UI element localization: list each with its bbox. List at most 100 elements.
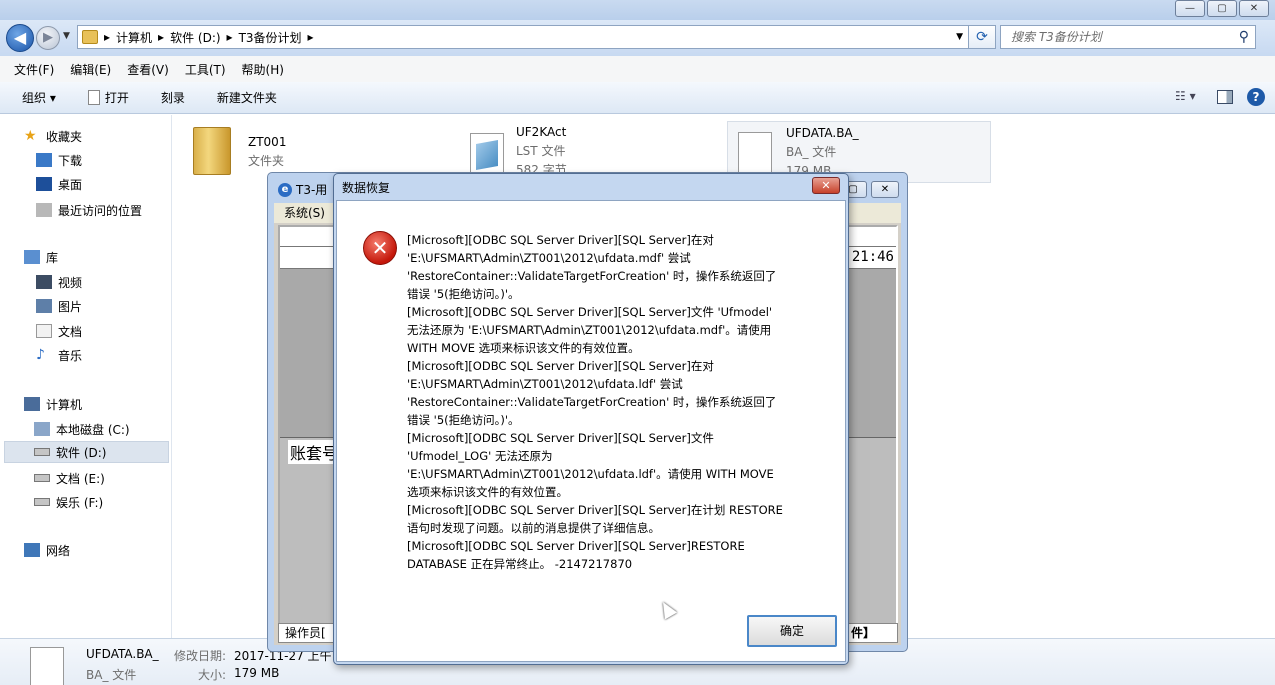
generic-file-icon bbox=[738, 132, 772, 176]
nav-label: 网络 bbox=[46, 543, 71, 558]
nav-network[interactable]: 网络 bbox=[24, 539, 70, 561]
generic-file-icon bbox=[30, 647, 64, 685]
close-button[interactable]: ✕ bbox=[1239, 0, 1269, 17]
error-message: [Microsoft][ODBC SQL Server Driver][SQL … bbox=[407, 231, 827, 573]
nav-drive-e[interactable]: 文档 (E:) bbox=[34, 467, 105, 489]
dialog-close-button[interactable]: ✕ bbox=[812, 177, 840, 194]
help-icon[interactable]: ? bbox=[1247, 88, 1265, 106]
nav-label: 桌面 bbox=[58, 177, 83, 192]
nav-libraries[interactable]: 库 bbox=[24, 246, 58, 268]
navigation-pane: ★ 收藏夹 下载 桌面 最近访问的位置 库 视频 图片 文档 ♪ 音乐 计算机 … bbox=[0, 115, 172, 638]
error-line: 'E:\UFSMART\Admin\ZT001\2012\ufdata.ldf'… bbox=[407, 377, 683, 391]
drive-icon bbox=[34, 474, 50, 482]
error-line: [Microsoft][ODBC SQL Server Driver][SQL … bbox=[407, 431, 714, 445]
burn-button[interactable]: 刻录 bbox=[161, 89, 185, 106]
command-bar: 组织 ▾ 打开 刻录 新建文件夹 ☷ ▾ ? bbox=[0, 82, 1275, 114]
network-icon bbox=[24, 543, 40, 557]
menu-bar: 文件(F) 编辑(E) 查看(V) 工具(T) 帮助(H) bbox=[0, 56, 1275, 82]
address-bar-row: ◀ ▶ ▼ ▸ 计算机 ▸ 软件 (D:) ▸ T3备份计划 ▸ ▼ ⟳ 搜索 … bbox=[0, 20, 1275, 56]
breadcrumb-separator-icon: ▸ bbox=[104, 30, 111, 44]
preview-pane-icon[interactable] bbox=[1217, 90, 1233, 104]
menu-tools[interactable]: 工具(T) bbox=[185, 61, 226, 78]
file-type: 文件夹 bbox=[248, 154, 285, 168]
open-label: 打开 bbox=[104, 91, 129, 105]
nav-drive-d[interactable]: 软件 (D:) bbox=[4, 441, 169, 463]
menu-view[interactable]: 查看(V) bbox=[127, 61, 169, 78]
nav-recent[interactable]: 最近访问的位置 bbox=[36, 199, 142, 221]
maximize-button[interactable]: ▢ bbox=[1207, 0, 1237, 17]
t3-titlebar: e T3-用 bbox=[278, 181, 327, 198]
nav-documents[interactable]: 文档 bbox=[36, 320, 82, 342]
ok-button[interactable]: 确定 bbox=[747, 615, 837, 647]
view-tools: ☷ ▾ ? bbox=[1175, 88, 1265, 106]
recent-pages-dropdown[interactable]: ▼ bbox=[63, 31, 70, 41]
nav-drive-c[interactable]: 本地磁盘 (C:) bbox=[34, 418, 130, 440]
breadcrumb-t3-backup[interactable]: T3备份计划 bbox=[239, 29, 302, 46]
details-filename: UFDATA.BA_ bbox=[86, 647, 159, 661]
breadcrumb-computer[interactable]: 计算机 bbox=[116, 29, 152, 46]
back-button[interactable]: ◀ bbox=[6, 24, 34, 52]
address-dropdown-icon[interactable]: ▼ bbox=[956, 32, 963, 42]
forward-button[interactable]: ▶ bbox=[36, 26, 60, 50]
search-placeholder: 搜索 T3备份计划 bbox=[1011, 30, 1102, 44]
nav-downloads[interactable]: 下载 bbox=[36, 149, 82, 171]
address-box[interactable]: ▸ 计算机 ▸ 软件 (D:) ▸ T3备份计划 ▸ ▼ bbox=[77, 25, 970, 49]
t3-time: 21:46 bbox=[851, 249, 894, 265]
nav-desktop[interactable]: 桌面 bbox=[36, 173, 82, 195]
file-type: LST 文件 bbox=[516, 144, 566, 158]
organize-button[interactable]: 组织 ▾ bbox=[22, 89, 56, 106]
search-input[interactable]: 搜索 T3备份计划 ⚲ bbox=[1000, 25, 1256, 49]
error-line: 语句时发现了问题。以前的消息提供了详细信息。 bbox=[407, 521, 660, 535]
refresh-button[interactable]: ⟳ bbox=[968, 25, 996, 49]
menu-file[interactable]: 文件(F) bbox=[14, 61, 54, 78]
menu-help[interactable]: 帮助(H) bbox=[242, 61, 284, 78]
drive-icon bbox=[34, 448, 50, 456]
nav-favorites[interactable]: ★ 收藏夹 bbox=[24, 125, 82, 147]
downloads-icon bbox=[36, 153, 52, 167]
details-modified-label: 修改日期: bbox=[174, 649, 227, 663]
nav-computer[interactable]: 计算机 bbox=[24, 393, 82, 415]
change-view-icon[interactable]: ☷ ▾ bbox=[1175, 89, 1203, 105]
breadcrumb-separator-icon: ▸ bbox=[158, 30, 165, 44]
nav-pictures[interactable]: 图片 bbox=[36, 295, 82, 317]
folder-icon bbox=[82, 30, 98, 44]
details-size-value: 179 MB bbox=[234, 666, 280, 680]
nav-videos[interactable]: 视频 bbox=[36, 271, 82, 293]
error-line: [Microsoft][ODBC SQL Server Driver][SQL … bbox=[407, 305, 773, 319]
error-line: [Microsoft][ODBC SQL Server Driver][SQL … bbox=[407, 539, 745, 553]
drive-icon bbox=[34, 498, 50, 506]
nav-label: 计算机 bbox=[46, 397, 83, 412]
nav-music[interactable]: ♪ 音乐 bbox=[36, 344, 82, 366]
minimize-button[interactable]: — bbox=[1175, 0, 1205, 17]
computer-icon bbox=[24, 397, 40, 411]
nav-label: 软件 (D:) bbox=[56, 445, 107, 460]
dialog-title: 数据恢复 bbox=[342, 181, 391, 195]
nav-label: 视频 bbox=[58, 275, 83, 290]
error-line: 选项来标识该文件的有效位置。 bbox=[407, 485, 568, 499]
t3-close-button[interactable]: ✕ bbox=[871, 181, 899, 198]
documents-icon bbox=[36, 324, 52, 338]
star-icon: ★ bbox=[24, 128, 37, 144]
error-line: 'E:\UFSMART\Admin\ZT001\2012\ufdata.mdf'… bbox=[407, 251, 691, 265]
menu-edit[interactable]: 编辑(E) bbox=[70, 61, 111, 78]
libraries-icon bbox=[24, 250, 40, 264]
lst-file-icon bbox=[470, 133, 504, 177]
error-line: 错误 '5(拒绝访问。)'。 bbox=[407, 287, 520, 301]
new-folder-button[interactable]: 新建文件夹 bbox=[217, 89, 277, 106]
breadcrumb-drive-d[interactable]: 软件 (D:) bbox=[170, 29, 220, 46]
recent-places-icon bbox=[36, 203, 52, 217]
error-line: 'RestoreContainer::ValidateTargetForCrea… bbox=[407, 269, 777, 283]
nav-label: 图片 bbox=[58, 299, 83, 314]
nav-label: 本地磁盘 (C:) bbox=[56, 422, 130, 437]
search-icon[interactable]: ⚲ bbox=[1239, 26, 1249, 48]
nav-drive-f[interactable]: 娱乐 (F:) bbox=[34, 491, 103, 513]
desktop-icon bbox=[36, 177, 52, 191]
error-line: 'RestoreContainer::ValidateTargetForCrea… bbox=[407, 395, 777, 409]
file-name: ZT001 bbox=[248, 135, 287, 149]
file-name: UF2KAct bbox=[516, 125, 567, 139]
open-button[interactable]: 打开 bbox=[87, 89, 129, 106]
breadcrumb-separator-icon: ▸ bbox=[307, 30, 314, 44]
videos-icon bbox=[36, 275, 52, 289]
music-icon: ♪ bbox=[36, 347, 45, 363]
drive-icon bbox=[34, 422, 50, 436]
